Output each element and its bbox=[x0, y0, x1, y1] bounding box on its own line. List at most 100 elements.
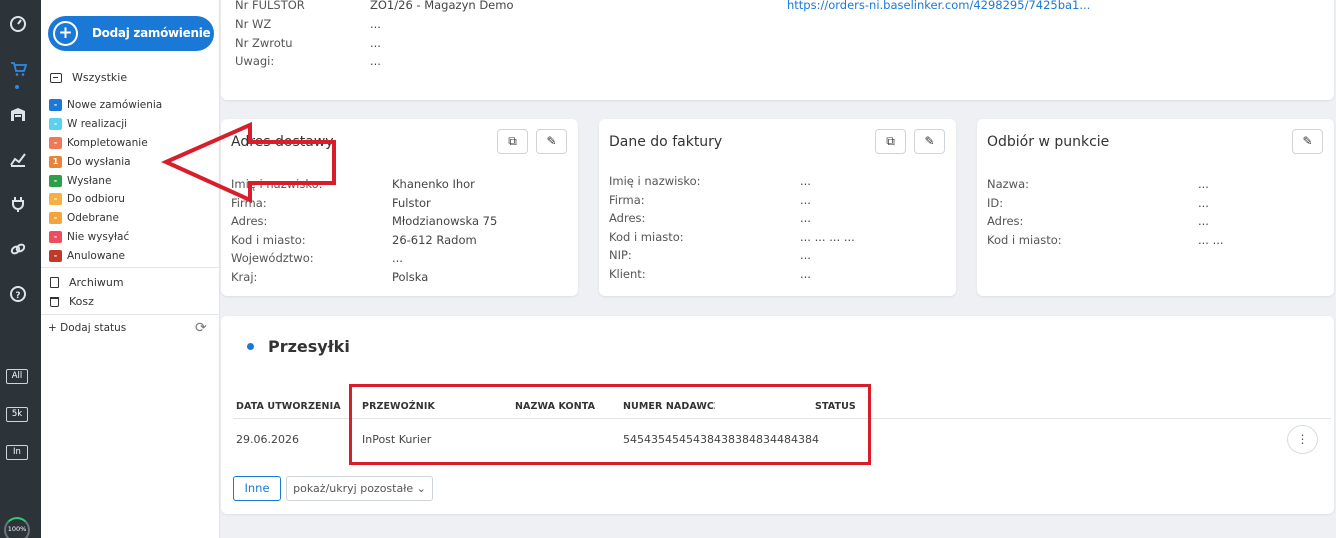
status-label: Nowe zamówienia bbox=[67, 99, 163, 112]
warehouse-icon[interactable] bbox=[8, 105, 28, 125]
field-label: Imię i nazwisko: bbox=[609, 174, 701, 188]
field-label: Kraj: bbox=[231, 269, 258, 284]
sidebar-status-item[interactable]: - Do odbioru bbox=[49, 190, 219, 209]
status-sidebar: + Dodaj zamówienie Wszystkie - Nowe zamów… bbox=[41, 0, 220, 538]
sidebar-status-item[interactable]: -W realizacji bbox=[49, 115, 219, 134]
field-value: ... bbox=[800, 192, 811, 207]
divider bbox=[41, 314, 220, 315]
toggle-others-label: pokaż/ukryj pozostałe bbox=[293, 482, 414, 495]
toggle-others-button[interactable]: pokaż/ukryj pozostałe ⌄ bbox=[286, 476, 433, 501]
info-label: Nr WZ bbox=[235, 17, 272, 31]
status-badge: - bbox=[49, 174, 62, 187]
chip-5k[interactable]: 5k bbox=[6, 407, 28, 422]
card-title: Odbiór w punkcie bbox=[987, 134, 1110, 150]
field-label: Kod i miasto: bbox=[987, 232, 1062, 247]
chevron-down-icon: ⌄ bbox=[416, 482, 426, 495]
sidebar-status-item[interactable]: - Anulowane bbox=[49, 246, 219, 265]
field-value: ... bbox=[800, 248, 811, 262]
sidebar-status-item[interactable]: - Odebrane bbox=[49, 209, 219, 228]
shipments-card: Przesyłki DATA UTWORZENIA PRZEWOŹNIK NAZ… bbox=[221, 316, 1334, 514]
invoice-data-card: Dane do faktury ⧉ ✎ Imię i nazwisko:... F… bbox=[599, 119, 956, 296]
field-value: Polska bbox=[392, 269, 429, 284]
status-badge: - bbox=[49, 99, 62, 112]
other-button[interactable]: Inne bbox=[233, 476, 281, 501]
field-value: Fulstor bbox=[392, 195, 431, 210]
status-badge: - bbox=[49, 249, 62, 262]
field-label: Imię i nazwisko: bbox=[231, 177, 323, 191]
field-label: ID: bbox=[987, 195, 1004, 210]
sidebar-status-item[interactable]: 1 Do wysłania bbox=[49, 152, 219, 171]
document-icon bbox=[50, 277, 59, 288]
chip-in[interactable]: In bbox=[6, 445, 28, 460]
sidebar-item-label: Archiwum bbox=[69, 276, 124, 289]
status-badge: - bbox=[49, 118, 62, 131]
field-label: Nazwa: bbox=[987, 177, 1030, 191]
info-label: Nr Zwrotu bbox=[235, 36, 293, 50]
divider bbox=[41, 267, 220, 268]
field-label: Adres: bbox=[231, 214, 268, 228]
status-label: Kompletowanie bbox=[67, 136, 148, 149]
sidebar-status-item[interactable]: - Nowe zamówienia bbox=[49, 96, 219, 115]
dashboard-icon[interactable] bbox=[8, 15, 28, 35]
sidebar-item-trash[interactable]: Kosz bbox=[50, 295, 94, 308]
field-value: ... bbox=[800, 266, 811, 281]
sidebar-item-label: Kosz bbox=[69, 295, 94, 308]
progress-indicator: 100% bbox=[4, 517, 30, 538]
status-badge: 1 bbox=[49, 155, 62, 168]
field-value: ... bbox=[392, 251, 403, 265]
plug-icon[interactable] bbox=[8, 195, 28, 215]
copy-button[interactable]: ⧉ bbox=[497, 129, 528, 154]
pickup-point-card: Odbiór w punkcie ✎ Nazwa:... ID:... Adres:… bbox=[977, 119, 1334, 296]
field-label: Kod i miasto: bbox=[231, 232, 306, 247]
info-label: Nr FULSTOR bbox=[235, 0, 305, 12]
field-label: Firma: bbox=[231, 195, 267, 210]
status-label: Nie wysyłać bbox=[67, 230, 130, 243]
column-header: DATA UTWORZENIA bbox=[236, 401, 341, 412]
sidebar-item-label: Wszystkie bbox=[72, 71, 128, 84]
edit-button[interactable]: ✎ bbox=[914, 129, 945, 154]
field-label: Adres: bbox=[987, 214, 1024, 228]
chart-icon[interactable] bbox=[8, 150, 28, 170]
copy-button[interactable]: ⧉ bbox=[875, 129, 906, 154]
status-badge: - bbox=[49, 212, 62, 225]
cart-icon[interactable] bbox=[8, 60, 28, 80]
field-value: ... ... ... ... bbox=[800, 229, 855, 244]
card-title: Adres dostawy bbox=[231, 134, 334, 150]
field-label: Klient: bbox=[609, 266, 646, 281]
info-label: Uwagi: bbox=[235, 54, 275, 68]
status-label: Anulowane bbox=[67, 249, 125, 262]
delivery-address-card: Adres dostawy ⧉ ✎ Imię i nazwisko: Khanen… bbox=[221, 119, 578, 296]
more-options-icon[interactable]: ⋮ bbox=[1287, 425, 1318, 454]
order-link[interactable]: https://orders-ni.baselinker.com/4298295… bbox=[787, 0, 1090, 12]
status-label: Wysłane bbox=[67, 174, 112, 187]
field-value: ... bbox=[1198, 177, 1209, 191]
cell-carrier[interactable]: InPost Kurier bbox=[362, 433, 431, 446]
add-status-link[interactable]: + Dodaj status bbox=[48, 322, 126, 334]
column-header: PRZEWOŹNIK bbox=[362, 401, 435, 412]
field-value: ... bbox=[1198, 195, 1209, 210]
field-value: ... bbox=[800, 211, 811, 225]
help-icon[interactable]: ? bbox=[8, 285, 28, 305]
sidebar-item-archive[interactable]: Archiwum bbox=[50, 276, 124, 289]
edit-button[interactable]: ✎ bbox=[1292, 129, 1323, 154]
svg-text:?: ? bbox=[15, 291, 20, 301]
field-value: Khanenko Ihor bbox=[392, 177, 475, 191]
field-value: Młodzianowska 75 bbox=[392, 214, 498, 228]
cell-tracking-number[interactable]: 5454354545438438384834484384 bbox=[623, 433, 819, 446]
sidebar-status-item[interactable]: - Kompletowanie bbox=[49, 134, 219, 153]
add-order-button[interactable]: + Dodaj zamówienie bbox=[48, 16, 214, 51]
section-title: Przesyłki bbox=[268, 337, 350, 356]
plus-icon: + bbox=[53, 21, 78, 46]
sidebar-item-all[interactable]: Wszystkie bbox=[50, 71, 127, 84]
inbox-icon bbox=[50, 72, 62, 83]
sidebar-status-item[interactable]: - Nie wysyłać bbox=[49, 228, 219, 247]
status-label: Odebrane bbox=[67, 212, 119, 225]
chip-all[interactable]: All bbox=[6, 369, 28, 384]
edit-button[interactable]: ✎ bbox=[536, 129, 567, 154]
info-value: ... bbox=[370, 36, 381, 50]
status-label: W realizacji bbox=[67, 118, 128, 131]
refresh-icon[interactable]: ⟳ bbox=[195, 320, 207, 336]
sidebar-status-item[interactable]: - Wysłane bbox=[49, 171, 219, 190]
link-icon[interactable] bbox=[8, 240, 28, 260]
add-order-label: Dodaj zamówienie bbox=[92, 26, 211, 40]
